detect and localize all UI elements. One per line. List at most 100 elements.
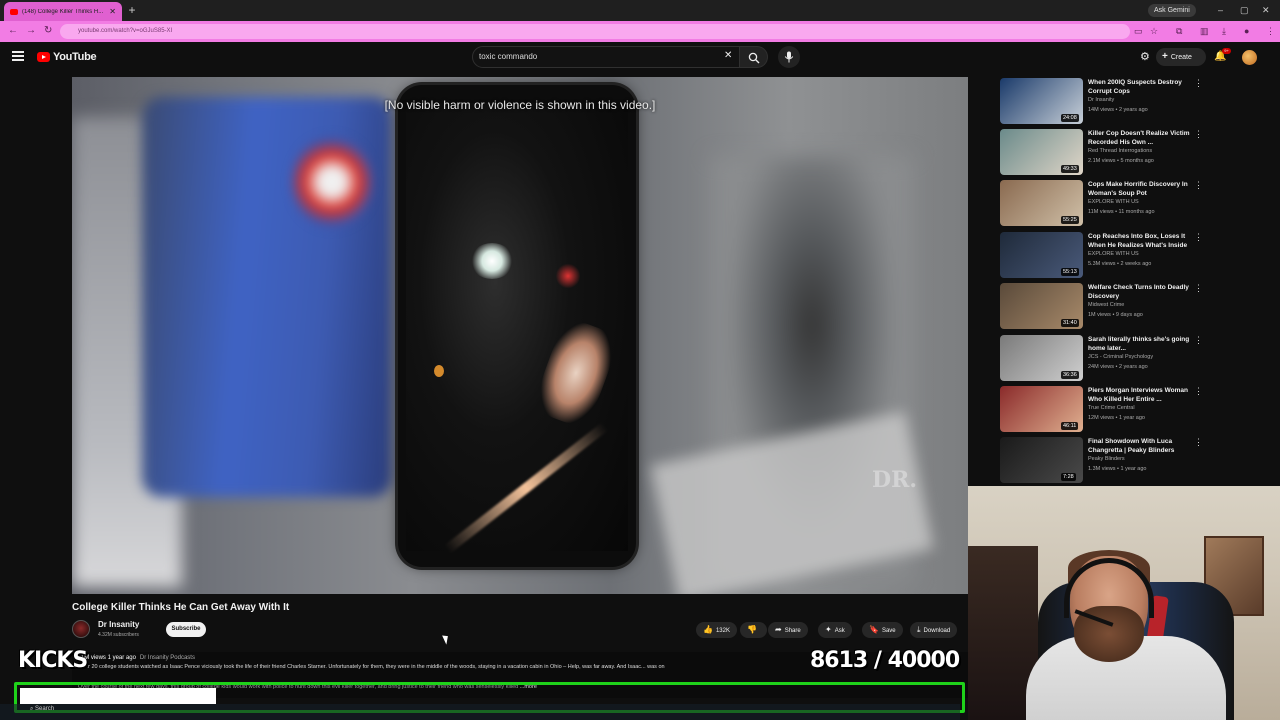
- more-options-icon[interactable]: ⋮: [1194, 335, 1203, 345]
- description-tag[interactable]: Dr Insanity Podcasts: [140, 655, 195, 661]
- voice-search-button[interactable]: [778, 46, 800, 68]
- recommended-video[interactable]: 46:11 Piers Morgan Interviews Woman Who K…: [1000, 386, 1203, 432]
- recommended-title[interactable]: When 200IQ Suspects Destroy Corrupt Cops: [1088, 78, 1190, 96]
- sidebar-icon[interactable]: ▥: [1200, 25, 1209, 37]
- recommended-video[interactable]: 24:08 When 200IQ Suspects Destroy Corrupt…: [1000, 78, 1203, 124]
- recommended-channel[interactable]: Peaky Blinders: [1088, 456, 1125, 462]
- recommended-video[interactable]: 31:40 Welfare Check Turns Into Deadly Dis…: [1000, 283, 1203, 329]
- recommended-channel[interactable]: EXPLORE WITH US: [1088, 251, 1139, 257]
- recommended-title[interactable]: Killer Cop Doesn't Realize Victim Record…: [1088, 129, 1190, 147]
- settings-gear-icon[interactable]: ⚙: [1140, 51, 1150, 63]
- recommended-video[interactable]: 55:25 Cops Make Horrific Discovery In Wom…: [1000, 180, 1203, 226]
- kicks-overlay-label: KICKS: [18, 648, 88, 673]
- share-button[interactable]: ➦ Share: [768, 622, 808, 638]
- recommended-video[interactable]: 36:36 Sarah literally thinks she's going …: [1000, 335, 1203, 381]
- more-options-icon[interactable]: ⋮: [1194, 180, 1203, 190]
- recommended-channel[interactable]: Dr Insanity: [1088, 97, 1114, 103]
- account-avatar[interactable]: [1242, 50, 1257, 65]
- recommended-stats: 12M views • 1 year ago: [1088, 415, 1145, 421]
- create-label: Create: [1170, 54, 1192, 61]
- save-label: Save: [881, 628, 896, 634]
- browser-tab[interactable]: (148) College Killer Thinks H... ✕: [4, 2, 122, 21]
- profile-icon[interactable]: ●: [1244, 25, 1249, 37]
- subscribe-button[interactable]: Subscribe: [166, 622, 206, 637]
- youtube-logo[interactable]: YouTube: [37, 51, 97, 63]
- recommended-title[interactable]: Cops Make Horrific Discovery In Woman's …: [1088, 180, 1190, 198]
- recommended-channel[interactable]: Red Thread Interrogations: [1088, 148, 1152, 154]
- minimize-button[interactable]: –: [1218, 4, 1223, 16]
- video-duration: 31:40: [1061, 319, 1079, 327]
- browser-toolbar: ← → ↻ youtube.com/watch?v=oGJuS85-XI ▭ ☆…: [0, 21, 1280, 42]
- more-options-icon[interactable]: ⋮: [1194, 129, 1203, 139]
- like-count: 132K: [715, 628, 730, 634]
- downloads-icon[interactable]: ⤓: [1222, 25, 1226, 37]
- maximize-button[interactable]: ▢: [1240, 4, 1249, 16]
- recommended-stats: 14M views • 2 years ago: [1088, 107, 1148, 113]
- video-disclaimer: [No visible harm or violence is shown in…: [384, 98, 656, 112]
- more-options-icon[interactable]: ⋮: [1194, 78, 1203, 88]
- close-tab-icon[interactable]: ✕: [109, 7, 116, 16]
- recommended-channel[interactable]: JCS - Criminal Psychology: [1088, 354, 1153, 360]
- reload-icon[interactable]: ↻: [44, 25, 52, 37]
- channel-avatar[interactable]: [72, 620, 90, 638]
- notifications-badge: 9+: [1222, 48, 1231, 54]
- clear-search-icon[interactable]: ✕: [724, 50, 732, 62]
- close-window-button[interactable]: ✕: [1262, 4, 1270, 16]
- create-button[interactable]: + Create: [1156, 48, 1206, 66]
- save-button[interactable]: 🔖 Save: [862, 622, 903, 638]
- address-bar[interactable]: youtube.com/watch?v=oGJuS85-XI: [60, 24, 1130, 39]
- description-text: Over 20 college students watched as Isaa…: [78, 664, 665, 670]
- taskbar: [0, 704, 960, 720]
- browser-tab-bar: (148) College Killer Thinks H... ✕ + Ask…: [0, 0, 1280, 21]
- recommended-title[interactable]: Final Showdown With Luca Changretta | Pe…: [1088, 437, 1190, 455]
- channel-name[interactable]: Dr Insanity: [98, 620, 139, 629]
- cast-icon[interactable]: ▭: [1134, 25, 1143, 37]
- plus-icon: +: [1162, 51, 1168, 62]
- recommended-title[interactable]: Welfare Check Turns Into Deadly Discover…: [1088, 283, 1190, 301]
- more-options-icon[interactable]: ⋮: [1194, 386, 1203, 396]
- taskbar-search[interactable]: ⌕ Search: [30, 706, 54, 713]
- bookmark-star-icon[interactable]: ☆: [1150, 25, 1158, 37]
- download-button[interactable]: ⤓ Download: [910, 622, 958, 638]
- recommended-channel[interactable]: Midwest Crime: [1088, 302, 1124, 308]
- dislike-button[interactable]: 👎: [740, 622, 767, 638]
- recommended-title[interactable]: Sarah literally thinks she's going home …: [1088, 335, 1190, 353]
- ask-button[interactable]: ✦ Ask: [818, 622, 852, 638]
- channel-watermark: DR.: [872, 467, 918, 493]
- kicks-counter: 8613 / 40000: [810, 648, 960, 673]
- description-meta: 11M views 1 year ago Dr Insanity Podcasts: [78, 655, 195, 661]
- video-duration: 55:25: [1061, 216, 1079, 224]
- recommended-title[interactable]: Piers Morgan Interviews Woman Who Killed…: [1088, 386, 1190, 404]
- video-title: College Killer Thinks He Can Get Away Wi…: [72, 602, 290, 613]
- recommended-video[interactable]: 55:13 Cop Reaches Into Box, Loses It When…: [1000, 232, 1203, 278]
- download-icon: ⤓: [917, 625, 921, 634]
- search-input[interactable]: toxic commando: [472, 46, 740, 68]
- more-options-icon[interactable]: ⋮: [1194, 232, 1203, 242]
- hamburger-menu-icon[interactable]: [12, 51, 24, 61]
- new-tab-button[interactable]: +: [126, 4, 138, 16]
- recommended-channel[interactable]: EXPLORE WITH US: [1088, 199, 1139, 205]
- video-player[interactable]: [No visible harm or violence is shown in…: [72, 77, 968, 594]
- more-options-icon[interactable]: ⋮: [1194, 283, 1203, 293]
- mouse-cursor: [442, 633, 451, 645]
- video-duration: 7:28: [1061, 473, 1076, 481]
- recommended-stats: 5.3M views • 2 weeks ago: [1088, 261, 1152, 267]
- search-icon: [748, 52, 760, 64]
- browser-menu-icon[interactable]: ⋮: [1266, 25, 1275, 37]
- youtube-header: YouTube toxic commando ✕ ⚙ + Create 🔔 9+: [0, 42, 1280, 74]
- recommended-stats: 11M views • 11 months ago: [1088, 209, 1155, 215]
- more-options-icon[interactable]: ⋮: [1194, 437, 1203, 447]
- video-duration: 49:33: [1061, 165, 1079, 173]
- search-button[interactable]: [740, 46, 768, 68]
- recommended-stats: 1.3M views • 1 year ago: [1088, 466, 1147, 472]
- recommended-title[interactable]: Cop Reaches Into Box, Loses It When He R…: [1088, 232, 1190, 250]
- recommended-video[interactable]: 7:28 Final Showdown With Luca Changretta …: [1000, 437, 1203, 483]
- recommended-channel[interactable]: True Crime Central: [1088, 405, 1135, 411]
- youtube-play-icon: [37, 52, 50, 62]
- recommended-video[interactable]: 49:33 Killer Cop Doesn't Realize Victim R…: [1000, 129, 1203, 175]
- back-arrow-icon[interactable]: ←: [8, 25, 18, 37]
- ask-gemini-button[interactable]: Ask Gemini: [1148, 4, 1196, 17]
- extensions-icon[interactable]: ⧉: [1176, 25, 1182, 37]
- forward-arrow-icon[interactable]: →: [26, 25, 36, 37]
- like-button[interactable]: 👍 132K: [696, 622, 737, 638]
